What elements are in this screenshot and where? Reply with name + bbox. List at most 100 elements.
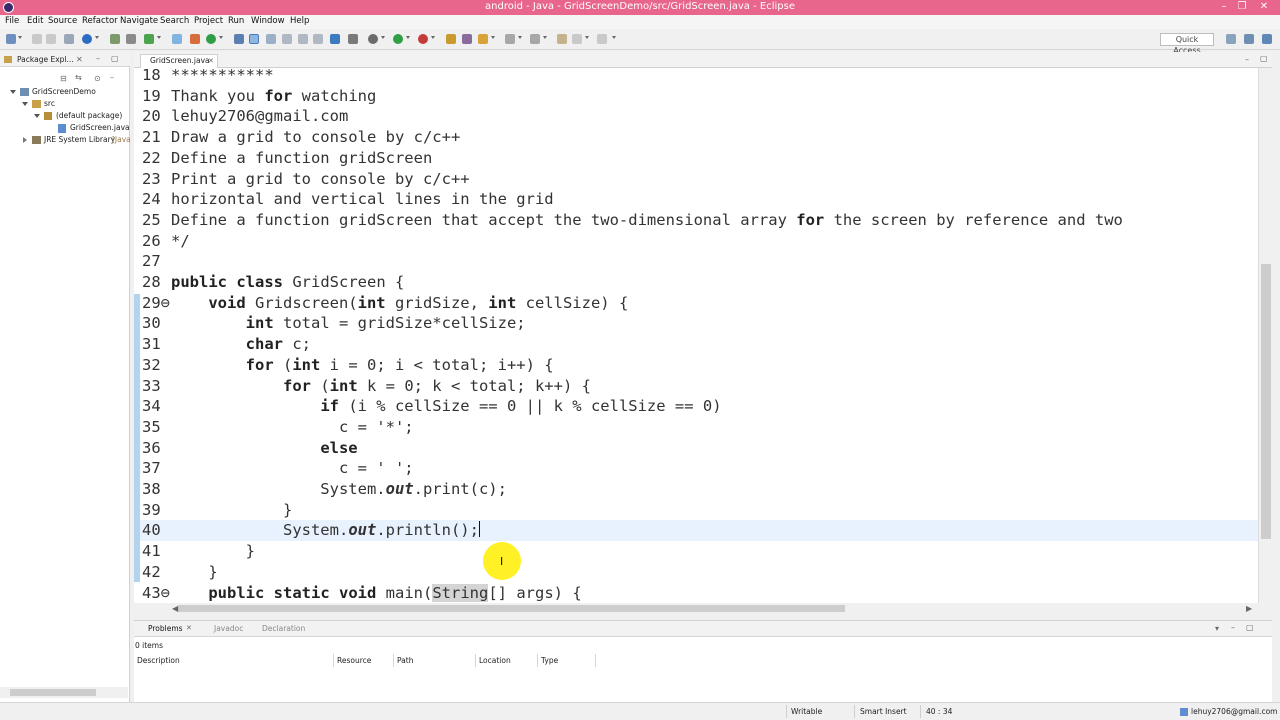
tab-problems[interactable]: Problems xyxy=(148,624,183,633)
save-all-icon[interactable] xyxy=(46,34,56,44)
menu-edit[interactable]: Edit xyxy=(27,16,43,26)
next-annotation-icon[interactable] xyxy=(348,34,358,44)
next-edit-icon[interactable] xyxy=(505,34,515,44)
maximize-view-icon[interactable]: ▢ xyxy=(111,54,119,63)
new-icon[interactable] xyxy=(6,34,16,44)
open-folder-icon[interactable] xyxy=(446,34,456,44)
code-line[interactable]: 34 if (i % cellSize == 0 || k % cellSize… xyxy=(134,396,1258,417)
prev-edit-icon[interactable] xyxy=(530,34,540,44)
new-class-dropdown-icon[interactable] xyxy=(219,36,223,39)
back-dropdown-icon[interactable] xyxy=(585,36,589,39)
code-line[interactable]: 32 for (int i = 0; i < total; i++) { xyxy=(134,355,1258,376)
close-button[interactable]: ✕ xyxy=(1254,0,1274,15)
code-line[interactable]: 18 *********** xyxy=(134,68,1258,86)
tab-javadoc[interactable]: Javadoc xyxy=(214,624,243,633)
whitespace-icon[interactable] xyxy=(298,34,308,44)
pkg-hscroll[interactable] xyxy=(0,687,128,698)
word-wrap-icon[interactable] xyxy=(282,34,292,44)
code-editor[interactable]: 18 *********** 19 Thank you for watching 20 l… xyxy=(134,68,1258,603)
col-description[interactable]: Description xyxy=(134,654,334,667)
menu-search[interactable]: Search xyxy=(160,16,189,26)
code-line[interactable]: 29⊖ void Gridscreen(int gridSize, int ce… xyxy=(134,293,1258,314)
code-line[interactable]: 41 } xyxy=(134,541,1258,562)
open-type-icon[interactable] xyxy=(234,34,244,44)
code-line[interactable]: 37 c = ' '; xyxy=(134,458,1258,479)
back-icon[interactable] xyxy=(572,34,582,44)
open-perspective-icon[interactable] xyxy=(1226,34,1236,44)
toggle-block-icon[interactable] xyxy=(266,34,276,44)
debug-dropdown-icon[interactable] xyxy=(95,36,99,39)
block-selection-icon[interactable] xyxy=(313,34,323,44)
skip-breakpoints-icon[interactable] xyxy=(126,34,136,44)
checklist-dropdown-icon[interactable] xyxy=(157,36,161,39)
editor-minimize-icon[interactable]: – xyxy=(1245,55,1249,64)
menu-file[interactable]: File xyxy=(5,16,19,26)
code-line[interactable]: 27 xyxy=(134,251,1258,272)
problems-view-menu-icon[interactable]: ▾ xyxy=(1215,624,1219,633)
print-icon[interactable] xyxy=(64,34,74,44)
mark-occurrences-icon[interactable] xyxy=(249,34,259,44)
menu-run[interactable]: Run xyxy=(228,16,244,26)
editor-hscroll[interactable] xyxy=(170,603,1258,614)
col-resource[interactable]: Resource xyxy=(334,654,394,667)
close-view-icon[interactable]: ✕ xyxy=(76,55,83,64)
code-line[interactable]: 28 public class GridScreen { xyxy=(134,272,1258,293)
col-location[interactable]: Location xyxy=(476,654,538,667)
java-ee-perspective-icon[interactable] xyxy=(1244,34,1254,44)
external-tools-dropdown-icon[interactable] xyxy=(431,36,435,39)
problems-maximize-icon[interactable]: ▢ xyxy=(1246,623,1254,632)
debug-icon[interactable] xyxy=(82,34,92,44)
last-edit-icon[interactable] xyxy=(557,34,567,44)
external-tools-icon[interactable] xyxy=(418,34,428,44)
search-dropdown-icon[interactable] xyxy=(491,36,495,39)
view-minimize-icon[interactable]: – xyxy=(110,73,114,82)
quick-access-field[interactable]: Quick Access xyxy=(1160,33,1214,55)
new-server-icon[interactable] xyxy=(172,34,182,44)
link-editor-icon[interactable]: ⇆ xyxy=(75,73,82,82)
tab-declaration[interactable]: Declaration xyxy=(262,624,305,633)
code-line[interactable]: 23 Print a grid to console by c/c++ xyxy=(134,169,1258,190)
code-line[interactable]: 42 } xyxy=(134,562,1258,583)
next-edit-dropdown-icon[interactable] xyxy=(518,36,522,39)
editor-hscroll-thumb[interactable] xyxy=(178,605,845,612)
prev-edit-dropdown-icon[interactable] xyxy=(543,36,547,39)
new-dropdown-icon[interactable] xyxy=(18,36,22,39)
close-problems-icon[interactable]: ✕ xyxy=(186,624,192,632)
editor-maximize-icon[interactable]: ▢ xyxy=(1260,54,1268,63)
open-task-icon[interactable] xyxy=(462,34,472,44)
pkg-hscroll-thumb[interactable] xyxy=(10,689,96,696)
collapse-arrow-icon[interactable] xyxy=(23,137,27,143)
code-line[interactable]: 40 System.out.println(); xyxy=(134,520,1258,542)
code-line[interactable]: 22 Define a function gridScreen xyxy=(134,148,1258,169)
menu-source[interactable]: Source xyxy=(48,16,77,26)
console-icon[interactable] xyxy=(330,34,340,44)
editor-vscroll-thumb[interactable] xyxy=(1261,264,1271,539)
menu-project[interactable]: Project xyxy=(194,16,223,26)
code-line[interactable]: 26 */ xyxy=(134,231,1258,252)
package-explorer-tab[interactable]: Package Expl... xyxy=(17,55,74,64)
minimize-button[interactable]: – xyxy=(1214,0,1234,15)
code-line[interactable]: 35 c = '*'; xyxy=(134,417,1258,438)
expand-arrow-icon[interactable] xyxy=(22,102,28,106)
close-tab-icon[interactable]: ✕ xyxy=(208,55,214,67)
code-line[interactable]: 30 int total = gridSize*cellSize; xyxy=(134,313,1258,334)
new-class-icon[interactable] xyxy=(206,34,216,44)
minimize-view-icon[interactable]: – xyxy=(96,54,100,63)
checklist-icon[interactable] xyxy=(144,34,154,44)
problems-minimize-icon[interactable]: – xyxy=(1231,623,1235,632)
collapse-all-icon[interactable]: ⊟ xyxy=(60,74,67,83)
col-type[interactable]: Type xyxy=(538,654,596,667)
code-line[interactable]: 21 Draw a grid to console by c/c++ xyxy=(134,127,1258,148)
menu-help[interactable]: Help xyxy=(290,16,309,26)
maximize-button[interactable]: ❐ xyxy=(1232,0,1252,15)
menu-refactor[interactable]: Refactor xyxy=(82,16,118,26)
code-line[interactable]: 38 System.out.print(c); xyxy=(134,479,1258,500)
run-dropdown-icon[interactable] xyxy=(406,36,410,39)
scroll-left-icon[interactable]: ◀ xyxy=(172,604,178,613)
java-perspective-icon[interactable] xyxy=(1262,34,1272,44)
search-icon[interactable] xyxy=(478,34,488,44)
code-line[interactable]: 19 Thank you for watching xyxy=(134,86,1258,107)
menu-navigate[interactable]: Navigate xyxy=(120,16,158,26)
build-icon[interactable] xyxy=(110,34,120,44)
view-menu-icon[interactable]: ⊙ xyxy=(94,74,101,83)
